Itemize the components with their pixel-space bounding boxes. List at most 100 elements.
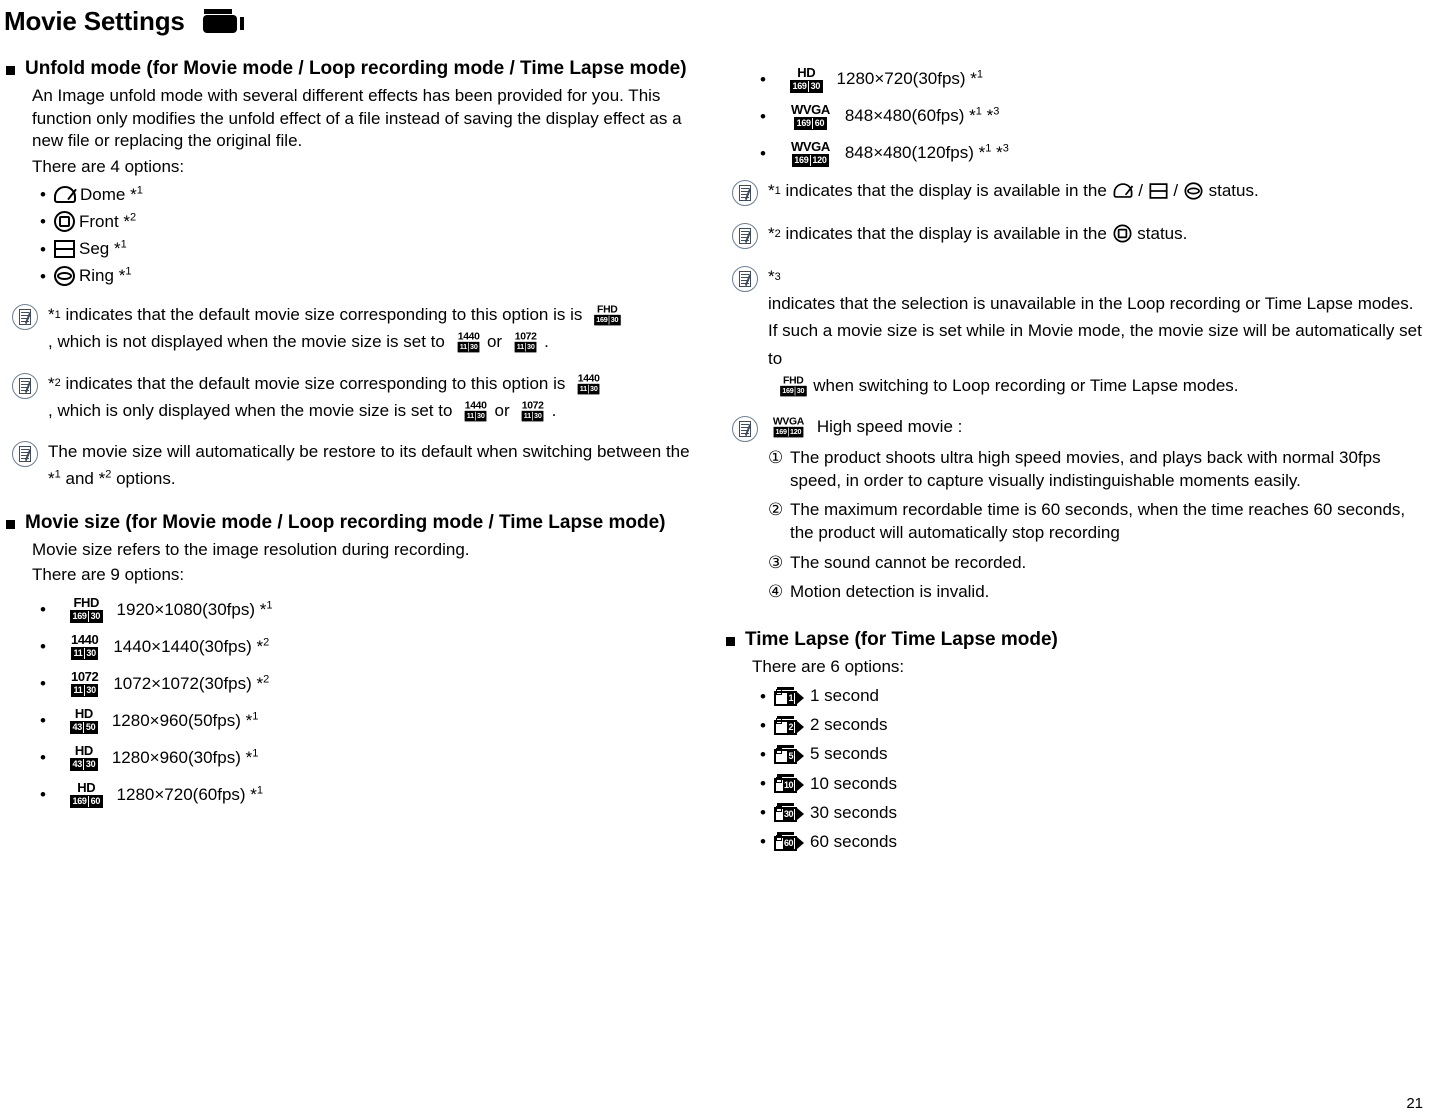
status-note2-part2: status. [1137, 224, 1188, 243]
bullet-dot-icon: • [760, 832, 766, 852]
bullet-dot-icon: • [760, 70, 766, 89]
list-item[interactable]: • Dome *1 [40, 184, 696, 206]
status-note1-part1: indicates that the display is available … [785, 181, 1107, 200]
page-title: Movie Settings [4, 6, 185, 36]
list-item[interactable]: • 1072 11 30 1072×1072(30fps) *2 [40, 670, 696, 698]
seg-icon [54, 240, 75, 259]
list-item[interactable]: • HD 43 30 1280×960(30fps) *1 [40, 744, 696, 772]
list-item[interactable]: • FHD 169 30 1920×1080(30fps) *1 [40, 596, 696, 624]
time-lapse-interval-icon: 30 [774, 803, 804, 823]
bullet-dot-icon: • [40, 748, 46, 768]
bullet-dot-icon: • [760, 107, 766, 126]
size-badge-wvga: WVGA 169 60 [791, 102, 830, 130]
list-item[interactable]: • WVGA 169 120 848×480(120fps) *1 *3 [760, 140, 1426, 167]
movie-size-heading-text: Movie size (for Movie mode / Loop record… [25, 512, 666, 534]
note3-part1: indicates that the selection is unavaila… [768, 294, 1422, 368]
size-badge-hd: HD 169 60 [70, 781, 103, 809]
bullet-square-icon [6, 520, 15, 530]
note-block-restore: The movie size will automatically be res… [12, 438, 696, 492]
note-block-star3: * 3 indicates that the selection is unava… [732, 263, 1426, 399]
bullet-dot-icon: • [40, 711, 46, 731]
list-item[interactable]: • Front *2 [40, 211, 696, 233]
size-label: 848×480(60fps) *1 *3 [844, 105, 1000, 126]
list-item[interactable]: • HD 169 60 1280×720(60fps) *1 [40, 781, 696, 809]
list-item[interactable]: • 5 5 seconds [760, 743, 1426, 765]
content-columns: Unfold mode (for Movie mode / Loop recor… [0, 42, 1435, 860]
note-text: * 2 indicates that the default movie size… [48, 370, 696, 424]
size-label: 1280×960(50fps) *1 [111, 710, 259, 730]
front-icon [54, 211, 75, 233]
list-item: ③ The sound cannot be recorded. [768, 551, 1426, 574]
restore-part2: options. [116, 469, 176, 489]
time-lapse-label: 1 second [810, 686, 879, 706]
unfold-heading-text: Unfold mode (for Movie mode / Loop recor… [25, 58, 687, 79]
page-header: Movie Settings [0, 0, 1435, 42]
section-heading-movie-size: Movie size (for Movie mode / Loop record… [6, 510, 696, 535]
note2-part3: or [494, 400, 510, 420]
left-column: Unfold mode (for Movie mode / Loop recor… [6, 56, 696, 860]
size-label: 848×480(120fps) *1 *3 [844, 142, 1009, 163]
list-item[interactable]: • 1440 11 30 1440×1440(30fps) *2 [40, 633, 696, 661]
bullet-square-icon [6, 66, 15, 75]
seg-icon [1149, 182, 1168, 199]
note-block-status-star2: * 2 indicates that the display is availab… [732, 220, 1426, 249]
size-badge-1072: 1072 11 30 [522, 398, 544, 422]
bullet-dot-icon: • [40, 266, 46, 286]
size-label: 1280×720(30fps) *1 [836, 68, 984, 89]
size-badge-hd: HD 169 30 [790, 66, 823, 93]
unfold-option-count: There are 4 options: [32, 157, 185, 177]
status-note1-part2: status. [1208, 181, 1259, 200]
status-note2-part1: indicates that the display is available … [785, 224, 1107, 243]
front-icon [1113, 224, 1132, 243]
time-lapse-heading-text: Time Lapse (for Time Lapse mode) [745, 628, 1058, 650]
item-text: The sound cannot be recorded. [790, 552, 1027, 572]
option-label: Seg *1 [79, 238, 127, 259]
note2-part4: . [551, 400, 557, 420]
time-lapse-label: 2 seconds [810, 715, 888, 735]
time-lapse-interval-icon: 2 [774, 715, 804, 735]
movie-size-option-count: There are 9 options: [32, 564, 185, 584]
time-lapse-interval-icon: 10 [774, 774, 804, 794]
list-item[interactable]: • Ring *1 [40, 265, 696, 287]
list-item[interactable]: • 10 10 seconds [760, 773, 1426, 795]
time-lapse-interval-icon: 5 [774, 745, 804, 765]
note-icon [12, 304, 38, 331]
item-text: Motion detection is invalid. [790, 581, 990, 601]
size-badge-fhd: FHD 169 30 [779, 373, 807, 397]
movie-size-list-continued: • HD 169 30 1280×720(30fps) *1 • WVGA 169… [760, 66, 1426, 167]
list-item: ② The maximum recordable time is 60 seco… [768, 498, 1426, 544]
option-label: Ring *1 [79, 265, 132, 286]
bullet-dot-icon: • [760, 745, 766, 765]
circled-number: ④ [768, 581, 784, 601]
list-item[interactable]: • 60 60 seconds [760, 831, 1426, 853]
size-badge-1440: 1440 11 30 [457, 330, 480, 353]
note-icon [732, 415, 758, 442]
bullet-dot-icon: • [760, 144, 766, 163]
manual-page: Movie Settings Unfold mode (for Movie mo… [0, 0, 1435, 1118]
list-item[interactable]: • Seg *1 [40, 238, 696, 260]
note2-part2: , which is only displayed when the movie… [48, 400, 453, 420]
note-icon [12, 372, 38, 399]
size-label: 1920×1080(30fps) *1 [116, 599, 273, 619]
dome-icon [1113, 183, 1133, 198]
list-item[interactable]: • WVGA 169 60 848×480(60fps) *1 *3 [760, 103, 1426, 130]
list-item[interactable]: • 30 30 seconds [760, 802, 1426, 824]
list-item[interactable]: • HD 169 30 1280×720(30fps) *1 [760, 66, 1426, 93]
size-label: 1280×720(60fps) *1 [116, 784, 264, 804]
bullet-dot-icon: • [40, 637, 46, 657]
list-item[interactable]: • 1 1 second [760, 685, 1426, 707]
note-text: The movie size will automatically be res… [48, 441, 690, 489]
list-item[interactable]: • 2 2 seconds [760, 714, 1426, 736]
size-badge-1440: 1440 11 30 [464, 398, 487, 422]
note1-part4: . [544, 332, 549, 352]
option-label: Front *2 [79, 211, 137, 231]
list-item[interactable]: • HD 43 50 1280×960(50fps) *1 [40, 707, 696, 735]
page-number: 21 [1406, 1095, 1423, 1112]
size-label: 1072×1072(30fps) *2 [113, 673, 270, 693]
time-lapse-label: 30 seconds [810, 802, 897, 822]
camcorder-icon [199, 8, 245, 34]
size-badge-1072: 1072 11 30 [514, 330, 537, 353]
bullet-dot-icon: • [760, 715, 766, 735]
high-speed-title: High speed movie : [816, 416, 963, 436]
bullet-dot-icon: • [760, 686, 766, 706]
